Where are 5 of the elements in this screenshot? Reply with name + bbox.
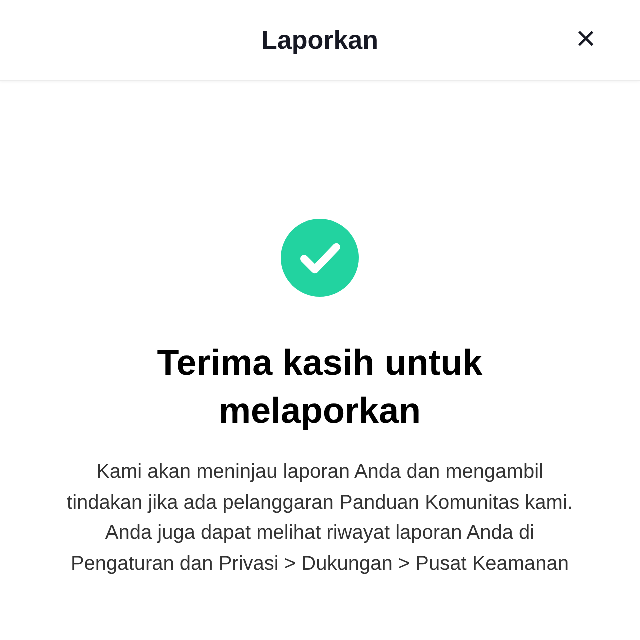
success-message: Kami akan meninjau laporan Anda dan mengambil tindakan jika ada pelanggaran Panduan Komunitas kami. Anda juga dapat melihat riwayat laporan Anda di Pengaturan dan Privasi > Dukungan > Pusat Keamanan	[66, 460, 574, 576]
success-heading: Terima kasih untuk melaporkan	[156, 341, 484, 433]
dialog-title: Laporkan	[261, 24, 379, 56]
success-check-icon	[281, 219, 359, 297]
close-button[interactable]: ×	[572, 22, 600, 56]
